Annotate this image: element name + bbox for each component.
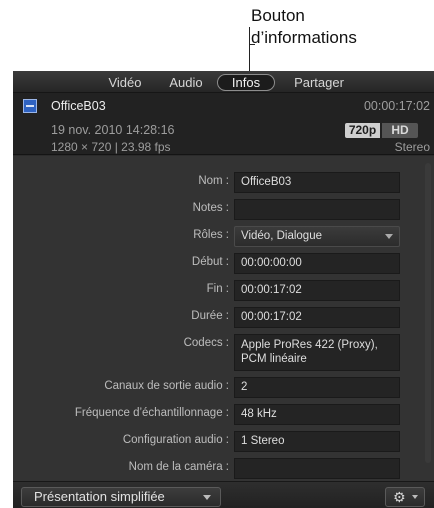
clip-info-header: OfficeB03 19 nov. 2010 14:28:16 1280 × 7… bbox=[13, 93, 434, 155]
field-label: Durée : bbox=[191, 310, 229, 322]
inspector-tab-bar: Vidéo Audio Infos Partager bbox=[13, 71, 434, 93]
tab-audio[interactable]: Audio bbox=[163, 74, 209, 91]
tab-video[interactable]: Vidéo bbox=[101, 74, 149, 91]
callout-pointer-tick bbox=[249, 44, 255, 45]
callout-text: Bouton d’informations bbox=[251, 5, 357, 49]
clip-name: OfficeB03 bbox=[51, 99, 106, 113]
inspector-footer: Présentation simplifiée ⚙ bbox=[13, 481, 434, 508]
duration-field[interactable]: 00:00:17:02 bbox=[234, 307, 400, 328]
sample-rate-field[interactable]: 48 kHz bbox=[234, 404, 400, 425]
field-label: Début : bbox=[191, 256, 229, 268]
hd-badge: HD bbox=[382, 123, 418, 138]
field-label: Rôles : bbox=[193, 229, 229, 241]
clip-date: 19 nov. 2010 14:28:16 bbox=[51, 123, 175, 137]
clip-format: 1280 × 720 | 23.98 fps bbox=[51, 140, 171, 154]
roles-select-value: Vidéo, Dialogue bbox=[241, 230, 322, 242]
codecs-field[interactable]: Apple ProRes 422 (Proxy), PCM linéaire bbox=[234, 334, 400, 371]
start-field[interactable]: 00:00:00:00 bbox=[234, 253, 400, 274]
action-menu-button[interactable]: ⚙ bbox=[385, 487, 425, 507]
field-label: Canaux de sortie audio : bbox=[104, 380, 229, 392]
field-label: Codecs : bbox=[183, 337, 229, 349]
vertical-scrollbar[interactable] bbox=[425, 163, 431, 463]
audio-channel-type: Stereo bbox=[394, 140, 430, 154]
tab-info[interactable]: Infos bbox=[217, 74, 275, 91]
clip-duration: 00:00:17:02 bbox=[363, 99, 430, 113]
metadata-view-label: Présentation simplifiée bbox=[34, 489, 165, 504]
chevron-down-icon bbox=[203, 495, 211, 500]
info-form: Nom : OfficeB03 Notes : Rôles : Vidéo, D… bbox=[13, 156, 434, 481]
callout-line1: Bouton bbox=[251, 6, 305, 25]
notes-field[interactable] bbox=[234, 199, 400, 220]
metadata-view-popup[interactable]: Présentation simplifiée bbox=[21, 487, 221, 507]
callout-line2: d’informations bbox=[251, 28, 357, 47]
camera-name-field[interactable] bbox=[234, 458, 400, 479]
field-label: Fin : bbox=[206, 283, 229, 295]
field-label: Nom de la caméra : bbox=[128, 461, 229, 473]
roles-select[interactable]: Vidéo, Dialogue bbox=[234, 226, 400, 247]
resolution-badge: 720p bbox=[345, 123, 380, 138]
chevron-down-icon bbox=[412, 495, 418, 499]
audio-output-channels-field[interactable]: 2 bbox=[234, 377, 400, 398]
name-field[interactable]: OfficeB03 bbox=[234, 172, 400, 193]
gear-icon: ⚙ bbox=[393, 489, 406, 505]
field-label: Notes : bbox=[192, 202, 229, 214]
field-label: Configuration audio : bbox=[122, 434, 229, 446]
audio-config-field[interactable]: 1 Stereo bbox=[234, 431, 400, 452]
inspector-panel: Vidéo Audio Infos Partager OfficeB03 19 … bbox=[13, 71, 434, 508]
callout-pointer-line bbox=[249, 27, 250, 71]
chevron-down-icon bbox=[385, 234, 393, 239]
end-field[interactable]: 00:00:17:02 bbox=[234, 280, 400, 301]
clip-film-icon bbox=[23, 99, 37, 113]
field-label: Fréquence d’échantillonnage : bbox=[74, 407, 229, 419]
field-label: Nom : bbox=[198, 175, 229, 187]
tab-share[interactable]: Partager bbox=[287, 74, 351, 91]
